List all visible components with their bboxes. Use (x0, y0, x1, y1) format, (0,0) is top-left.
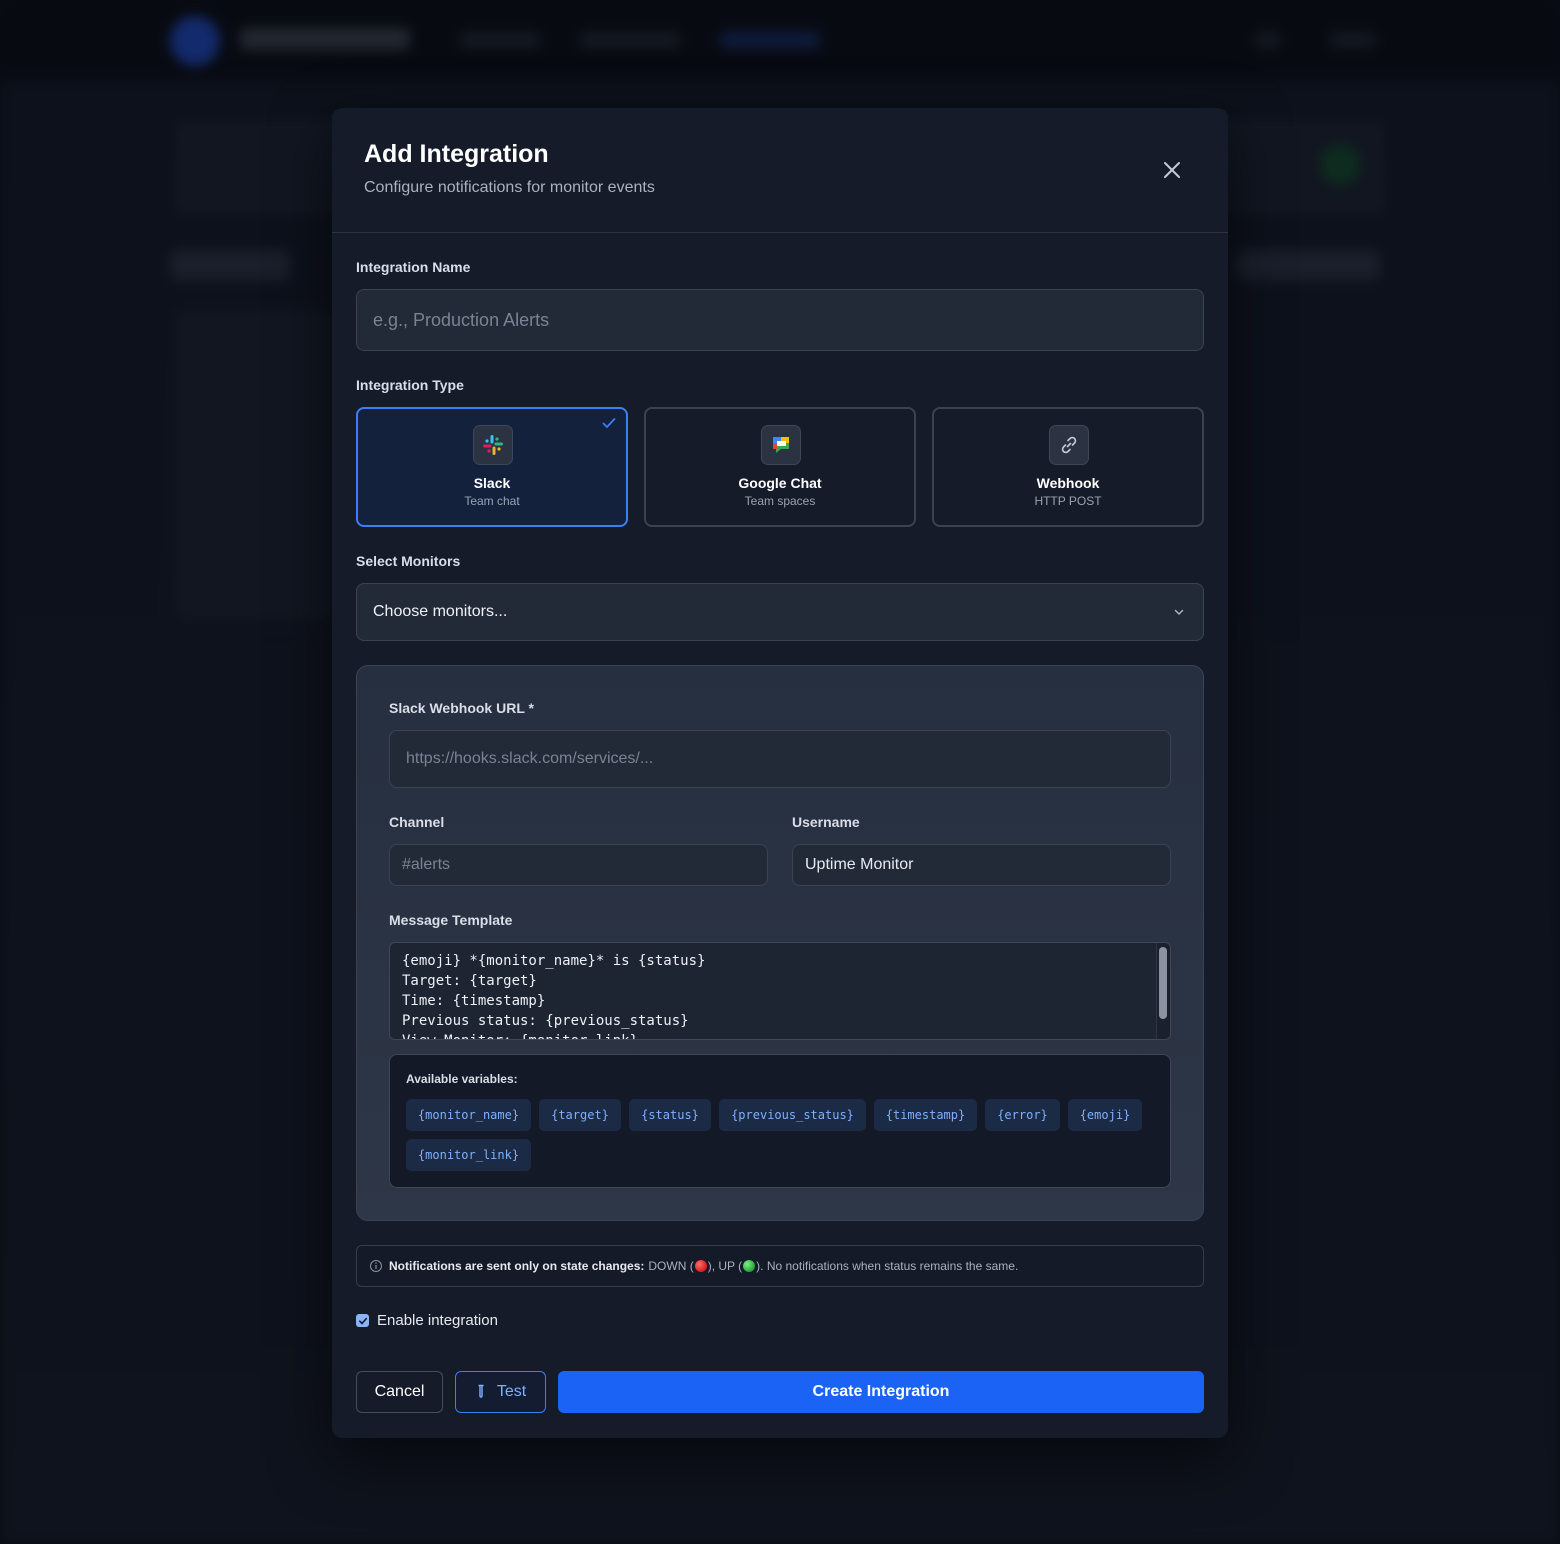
channel-label: Channel (389, 814, 445, 830)
modal-subtitle: Configure notifications for monitor even… (364, 179, 655, 196)
link-icon (1049, 425, 1089, 465)
google-chat-icon (761, 425, 801, 465)
enable-integration-label: Enable integration (377, 1312, 498, 1329)
message-template-label: Message Template (389, 912, 513, 928)
close-icon (1164, 162, 1180, 178)
variable-chip[interactable]: {timestamp} (874, 1099, 977, 1131)
test-tube-icon (478, 1384, 484, 1398)
slack-icon (473, 425, 513, 465)
notice-text-up: ), UP ( (707, 1259, 743, 1273)
check-icon (358, 1317, 367, 1325)
modal-title: Add Integration (364, 140, 549, 168)
webhook-url-input[interactable] (389, 730, 1171, 788)
type-name: Slack (473, 475, 511, 491)
notice-text-down: DOWN ( (648, 1259, 694, 1273)
green-circle-icon (743, 1260, 756, 1272)
type-name: Webhook (1036, 475, 1100, 491)
test-button-label: Test (496, 1383, 527, 1400)
type-option-webhook[interactable]: Webhook HTTP POST (932, 407, 1204, 527)
notice-bold-text: Notifications are sent only on state cha… (389, 1259, 645, 1273)
channel-input[interactable] (389, 844, 768, 886)
type-desc: Team chat (464, 494, 520, 508)
variable-chip[interactable]: {previous_status} (719, 1099, 866, 1131)
notice-text-rest: ). No notifications when status remains … (756, 1259, 1019, 1273)
info-icon (370, 1260, 382, 1272)
state-change-notice: Notifications are sent only on state cha… (356, 1245, 1204, 1287)
enable-integration-toggle[interactable]: Enable integration (356, 1312, 498, 1329)
enable-integration-checkbox[interactable] (356, 1314, 369, 1327)
variable-chip[interactable]: {monitor_link} (406, 1139, 531, 1171)
variable-chip[interactable]: {target} (539, 1099, 621, 1131)
type-option-google-chat[interactable]: Google Chat Team spaces (644, 407, 916, 527)
variable-chip[interactable]: {emoji} (1068, 1099, 1142, 1131)
username-input[interactable] (792, 844, 1171, 886)
type-option-slack[interactable]: Slack Team chat (356, 407, 628, 527)
available-variables-box: Available variables: {monitor_name} {tar… (389, 1054, 1171, 1188)
variable-chip[interactable]: {error} (985, 1099, 1060, 1131)
message-template-textarea[interactable]: {emoji} *{monitor_name}* is {status} Tar… (389, 942, 1171, 1040)
variable-chip[interactable]: {status} (629, 1099, 711, 1131)
monitors-select-value: Choose monitors... (373, 603, 508, 620)
type-desc: Team spaces (744, 494, 816, 508)
available-variables-title: Available variables: (406, 1072, 518, 1086)
red-circle-icon (694, 1260, 707, 1272)
variable-chip[interactable]: {monitor_name} (406, 1099, 531, 1131)
scrollbar-thumb[interactable] (1159, 947, 1167, 1019)
webhook-url-label: Slack Webhook URL * (389, 700, 534, 716)
textarea-scrollbar[interactable] (1156, 943, 1170, 1039)
select-monitors-label: Select Monitors (356, 553, 461, 569)
integration-name-label: Integration Name (356, 259, 471, 275)
create-integration-button[interactable]: Create Integration (558, 1371, 1204, 1413)
monitors-select[interactable]: Choose monitors... (356, 583, 1204, 641)
add-integration-modal: Add Integration Configure notifications … (332, 108, 1228, 1438)
close-button[interactable] (1158, 156, 1186, 184)
modal-header: Add Integration Configure notifications … (332, 108, 1228, 233)
slack-config-panel: Slack Webhook URL * Channel Username Mes… (356, 665, 1204, 1221)
chevron-down-icon (1174, 609, 1184, 616)
check-icon (602, 418, 616, 429)
message-template-text: {emoji} *{monitor_name}* is {status} Tar… (402, 953, 706, 1039)
integration-name-input[interactable] (356, 289, 1204, 351)
username-label: Username (792, 814, 860, 830)
cancel-button[interactable]: Cancel (356, 1371, 443, 1413)
type-name: Google Chat (738, 475, 822, 491)
type-desc: HTTP POST (1034, 494, 1102, 508)
integration-type-label: Integration Type (356, 377, 464, 393)
test-button[interactable]: Test (455, 1371, 546, 1413)
